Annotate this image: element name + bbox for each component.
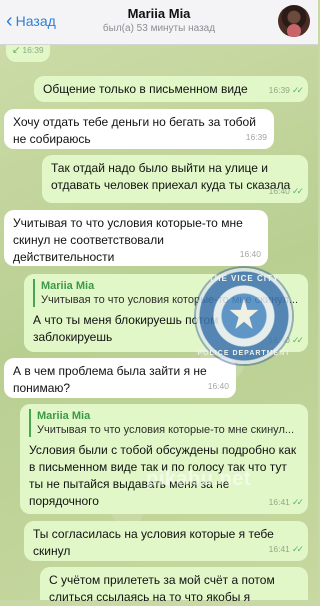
message-bubble[interactable]: Учитывая то что условия которые-то мне с…	[4, 210, 268, 266]
message-text: Хочу отдать тебе деньги но бегать за тоб…	[13, 115, 256, 146]
message-bubble[interactable]: Общение только в письменном виде 16:39 ✓✓	[34, 76, 308, 102]
message-meta: 16:40✓✓	[269, 183, 304, 200]
seal-bottom-text: POLICE DEPARTMENT	[197, 350, 291, 357]
chat-header: ‹ Назад Mariia Mia был(а) 53 минуты наза…	[0, 0, 318, 45]
contact-name: Mariia Mia	[127, 6, 191, 21]
message-bubble[interactable]: С учётом прилететь за мой счёт а потом с…	[40, 567, 308, 604]
seal-top-text: THE VICE CITY	[208, 274, 280, 283]
message-text: Общение только в письменном виде	[43, 82, 248, 96]
message-bubble[interactable]: Так отдай надо было выйти на улице и отд…	[42, 155, 308, 203]
read-checks-icon: ✓✓	[291, 497, 304, 507]
avatar[interactable]	[278, 5, 310, 37]
reply-snippet: Учитывая то что условия которые-то мне с…	[37, 424, 295, 436]
star-icon	[229, 298, 259, 329]
message-bubble[interactable]: Ты согласилась на условия которые я тебе…	[24, 521, 308, 561]
message-text: Так отдай надо было выйти на улице и отд…	[51, 161, 291, 192]
message-text: А в чем проблема была зайти я не понимаю…	[13, 364, 207, 395]
chat-title-block[interactable]: Mariia Mia был(а) 53 минуты назад	[0, 6, 318, 34]
read-checks-icon: ✓✓	[291, 335, 304, 345]
message-meta: 16:41 ✓✓	[269, 494, 304, 511]
message-text: С учётом прилететь за мой счёт а потом с…	[49, 573, 275, 604]
message-bubble[interactable]: Mariia Mia Учитывая то что условия котор…	[20, 404, 308, 514]
reply-quote[interactable]: Mariia Mia Учитывая то что условия котор…	[29, 409, 299, 437]
message-bubble[interactable]: А в чем проблема была зайти я не понимаю…	[4, 358, 236, 398]
message-meta: 16:40	[207, 381, 229, 391]
message-text: Учитывая то что условия которые-то мне с…	[13, 216, 243, 264]
message-bubble[interactable]: Хочу отдать тебе деньги но бегать за тоб…	[4, 109, 274, 149]
read-checks-icon: ✓✓	[291, 186, 304, 196]
police-seal-watermark: THE VICE CITY POLICE DEPARTMENT	[196, 268, 292, 364]
message-text: Ты согласилась на условия которые я тебе…	[33, 527, 274, 558]
last-seen-status: был(а) 53 минуты назад	[102, 23, 216, 34]
message-meta: 16:39 ✓✓	[269, 82, 304, 99]
message-meta: 16:40	[239, 249, 261, 259]
message-meta: 16:39	[245, 132, 267, 142]
reply-author: Mariia Mia	[37, 410, 91, 422]
message-text: А что ты меня блокируешь потом заблокиру…	[33, 313, 219, 344]
message-meta: 16:41 ✓✓	[269, 541, 304, 558]
site-watermark: pikabu.net	[146, 468, 252, 490]
read-checks-icon: ✓✓	[291, 85, 304, 95]
read-checks-icon: ✓✓	[291, 544, 304, 554]
